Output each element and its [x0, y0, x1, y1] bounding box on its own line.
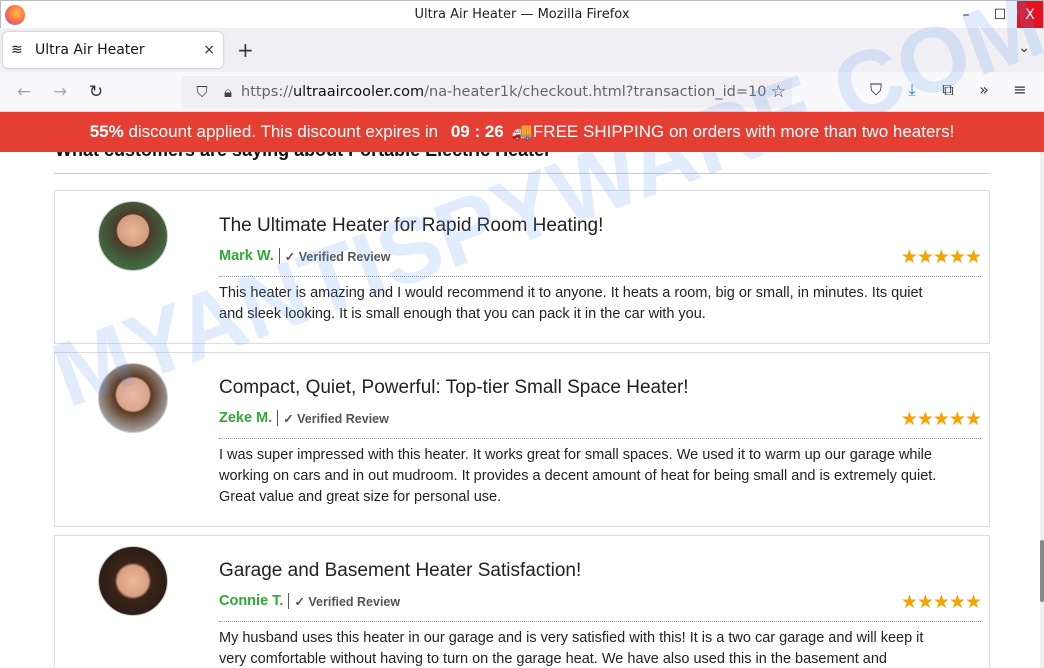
tab-bar: ≋ Ultra Air Heater × + ⌄: [0, 28, 1044, 72]
reload-button[interactable]: ↻: [78, 82, 114, 102]
forward-button[interactable]: →: [42, 82, 78, 102]
review-card: Compact, Quiet, Powerful: Top-tier Small…: [54, 352, 990, 527]
discount-text: discount applied. This discount expires …: [123, 122, 443, 141]
list-tabs-chevron-icon[interactable]: ⌄: [1018, 40, 1030, 56]
review-title: Garage and Basement Heater Satisfaction!: [219, 560, 582, 581]
star-rating: ★★★★★: [900, 246, 982, 268]
reviewer-name: Mark W.: [219, 248, 280, 264]
review-text: My husband uses this heater in our garag…: [219, 630, 924, 667]
site-favicon-icon: ≋: [11, 42, 23, 58]
review-card: Garage and Basement Heater Satisfaction!…: [54, 535, 990, 668]
window-title: Ultra Air Heater — Mozilla Firefox: [414, 7, 630, 22]
url-prefix: https://: [241, 84, 293, 100]
countdown-timer: 09 : 26: [450, 122, 504, 141]
avatar: [98, 546, 168, 616]
tab-ultra-air-heater[interactable]: ≋ Ultra Air Heater ×: [3, 32, 223, 68]
divider: [54, 173, 990, 174]
avatar: [98, 201, 168, 271]
url-path: /na-heater1k/checkout.html?transaction_i…: [424, 84, 767, 100]
back-button[interactable]: ←: [6, 82, 42, 102]
menu-icon[interactable]: ≡: [1002, 80, 1038, 100]
url-bar[interactable]: ⛉ 🔒︎ https://ultraaircooler.com/na-heate…: [181, 76, 792, 108]
divider: [219, 621, 981, 622]
reviewer-name: Zeke M.: [219, 410, 279, 426]
bookmark-star-icon[interactable]: ☆: [766, 82, 786, 102]
page-content: What customers are saying about Portable…: [0, 112, 1040, 668]
tab-close-icon[interactable]: ×: [203, 42, 215, 58]
truck-icon: 🚚: [511, 122, 533, 141]
verified-badge: ✓ Verified Review: [284, 249, 391, 264]
overflow-chevron-icon[interactable]: »: [966, 80, 1002, 100]
star-rating: ★★★★★: [900, 591, 982, 613]
maximize-button[interactable]: ☐: [983, 1, 1017, 29]
nav-bar: ← → ↻ ⛉ 🔒︎ https://ultraaircooler.com/na…: [0, 72, 1044, 112]
star-rating: ★★★★★: [900, 408, 982, 430]
shield-icon[interactable]: ⛉: [189, 83, 215, 101]
discount-banner: 55% discount applied. This discount expi…: [0, 112, 1044, 152]
shipping-text: FREE SHIPPING on orders with more than t…: [532, 122, 955, 141]
new-tab-button[interactable]: +: [237, 38, 254, 62]
scrollbar[interactable]: [1040, 112, 1044, 668]
title-bar: Ultra Air Heater — Mozilla Firefox – ☐ X: [0, 0, 1044, 29]
tab-title: Ultra Air Heater: [35, 42, 145, 58]
review-title: The Ultimate Heater for Rapid Room Heati…: [219, 215, 604, 236]
reviewer-name: Connie T.: [219, 593, 290, 609]
minimize-button[interactable]: –: [949, 1, 983, 29]
firefox-logo-icon: [5, 5, 25, 25]
lock-icon[interactable]: 🔒︎: [215, 83, 241, 101]
verified-badge: ✓ Verified Review: [283, 411, 389, 426]
discount-percent: 55%: [89, 122, 124, 141]
verified-badge: ✓ Verified Review: [294, 594, 401, 609]
avatar: [98, 363, 168, 433]
review-text: I was super impressed with this heater. …: [219, 447, 937, 505]
review-text: This heater is amazing and I would recom…: [219, 285, 923, 322]
download-icon[interactable]: ⤓: [894, 80, 930, 100]
url-domain: ultraaircooler.com: [292, 84, 425, 100]
divider: [219, 438, 981, 439]
extensions-icon[interactable]: ⧉: [930, 80, 966, 100]
close-window-button[interactable]: X: [1017, 1, 1043, 29]
review-card: The Ultimate Heater for Rapid Room Heati…: [54, 190, 990, 344]
pocket-icon[interactable]: ⛉: [858, 80, 894, 100]
scrollbar-thumb[interactable]: [1040, 540, 1044, 602]
review-title: Compact, Quiet, Powerful: Top-tier Small…: [219, 377, 689, 398]
divider: [219, 276, 981, 277]
